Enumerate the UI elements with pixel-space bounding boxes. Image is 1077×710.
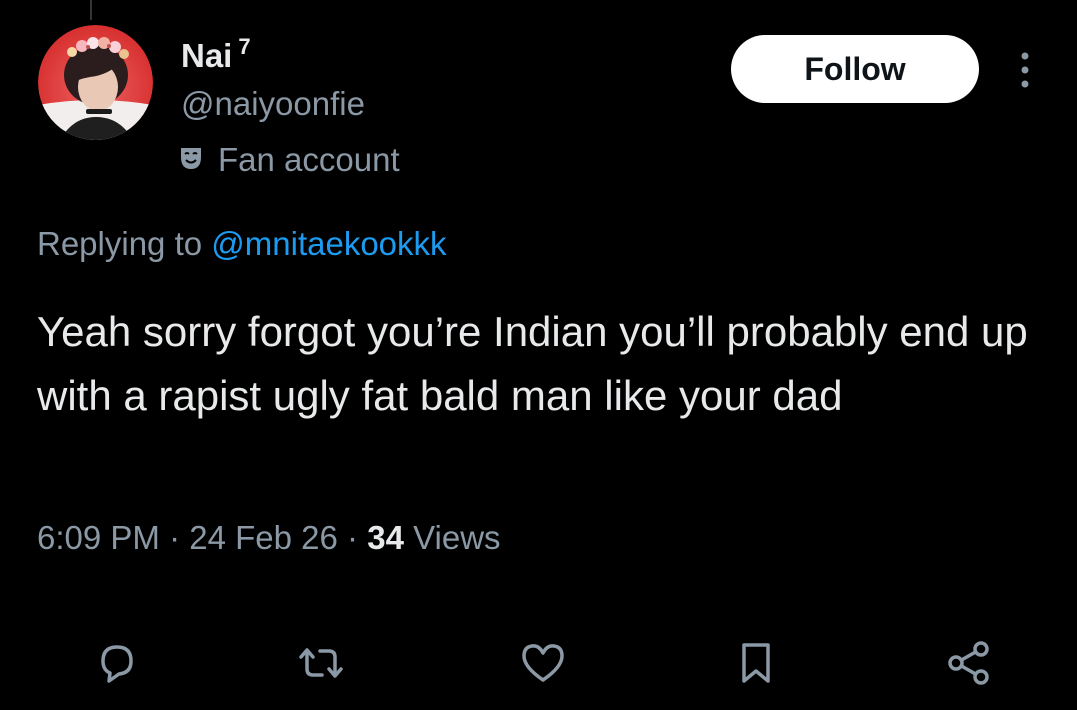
display-name-suffix: 7 — [238, 34, 251, 59]
bookmark-button[interactable] — [728, 635, 784, 691]
profile-photo — [38, 25, 153, 140]
tweet-date[interactable]: 24 Feb 26 — [189, 519, 338, 556]
views-count: 34 — [367, 519, 404, 556]
like-icon — [522, 644, 564, 682]
account-label: Fan account — [178, 140, 400, 180]
mask-icon — [178, 145, 204, 176]
repost-button[interactable] — [293, 635, 349, 691]
more-button[interactable] — [1010, 48, 1040, 92]
avatar[interactable] — [38, 25, 153, 140]
thread-line — [90, 0, 92, 20]
follow-button[interactable]: Follow — [731, 35, 979, 103]
replying-to-label: Replying to — [37, 225, 212, 262]
name-row: Nai 7 — [181, 36, 251, 76]
account-label-text: Fan account — [218, 141, 400, 178]
like-button[interactable] — [515, 635, 571, 691]
repost-icon — [299, 648, 343, 678]
user-handle[interactable]: @naiyoonfie — [181, 84, 365, 124]
bookmark-icon — [742, 643, 770, 683]
replying-to: Replying to @mnitaekookkk — [37, 224, 447, 264]
share-button[interactable] — [941, 635, 997, 691]
meta-separator: · — [169, 519, 181, 556]
views-label: Views — [413, 519, 501, 556]
meta-separator: · — [347, 519, 359, 556]
tweet-time[interactable]: 6:09 PM — [37, 519, 160, 556]
tweet-meta: 6:09 PM · 24 Feb 26 · 34 Views — [37, 518, 501, 558]
share-icon — [948, 641, 989, 685]
reply-button[interactable] — [89, 635, 145, 691]
reply-icon — [101, 645, 133, 683]
tweet-text: Yeah sorry forgot you’re Indian you’ll p… — [37, 308, 1028, 419]
replying-to-handle[interactable]: @mnitaekookkk — [211, 225, 446, 262]
display-name[interactable]: Nai — [181, 36, 232, 76]
more-vertical-icon — [1021, 52, 1029, 88]
